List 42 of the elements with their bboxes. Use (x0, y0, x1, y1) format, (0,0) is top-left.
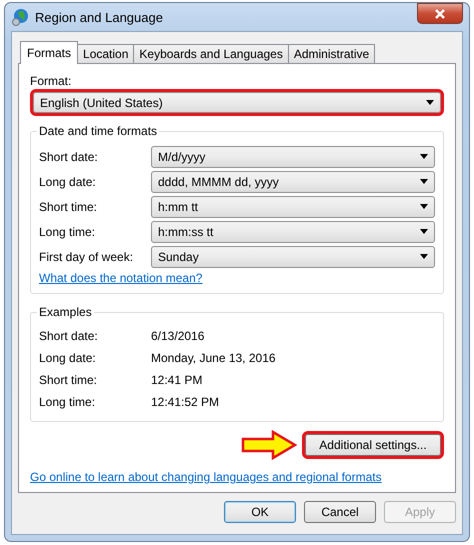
format-dropdown[interactable]: h:mm:ss tt (151, 220, 435, 242)
group-title: Examples (37, 305, 94, 319)
caret-icon (420, 204, 428, 209)
format-dropdown[interactable]: English (United States) (33, 92, 441, 113)
format-dropdown[interactable]: M/d/yyyy (151, 146, 435, 168)
example-label: Short time: (39, 373, 98, 387)
example-label: Short date: (39, 329, 99, 343)
field-label: Long time: (39, 224, 96, 238)
format-dropdown[interactable]: dddd, MMMM dd, yyyy (151, 170, 435, 192)
field-label: Short time: (39, 200, 98, 214)
close-button[interactable] (417, 3, 463, 24)
field-label: First day of week: (39, 250, 134, 264)
additional-settings-button[interactable]: Additional settings... (305, 434, 441, 456)
caret-icon (420, 154, 428, 159)
format-label: Format: (30, 74, 72, 88)
format-dropdown[interactable]: Sunday (151, 246, 435, 268)
dialog-button[interactable]: OK (224, 501, 296, 523)
tab[interactable]: Location (77, 44, 134, 63)
example-label: Long time: (39, 395, 96, 409)
field-label: Long date: (39, 174, 97, 188)
caret-icon (420, 179, 428, 184)
pointer-arrow-icon (241, 430, 297, 460)
tab[interactable]: Formats (20, 41, 78, 64)
dialog-button[interactable]: Cancel (304, 501, 376, 523)
example-label: Long date: (39, 351, 97, 365)
caret-icon (420, 254, 428, 259)
notation-link[interactable]: What does the notation mean? (39, 271, 202, 285)
field-label: Short date: (39, 150, 99, 164)
example-value: 12:41:52 PM (151, 395, 220, 409)
format-dropdown[interactable]: h:mm tt (151, 196, 435, 218)
caret-icon (420, 229, 428, 234)
example-value: 12:41 PM (151, 373, 204, 387)
group-title: Date and time formats (37, 124, 160, 138)
window-title: Region and Language (35, 10, 164, 24)
close-icon (435, 8, 445, 18)
tab[interactable]: Keyboards and Languages (133, 44, 289, 63)
globe-icon (11, 8, 29, 26)
online-link[interactable]: Go online to learn about changing languages and regional formats (30, 470, 382, 484)
example-value: 6/13/2016 (151, 329, 206, 343)
example-value: Monday, June 13, 2016 (151, 351, 277, 365)
tab[interactable]: Administrative (288, 44, 376, 63)
caret-icon (426, 100, 434, 105)
